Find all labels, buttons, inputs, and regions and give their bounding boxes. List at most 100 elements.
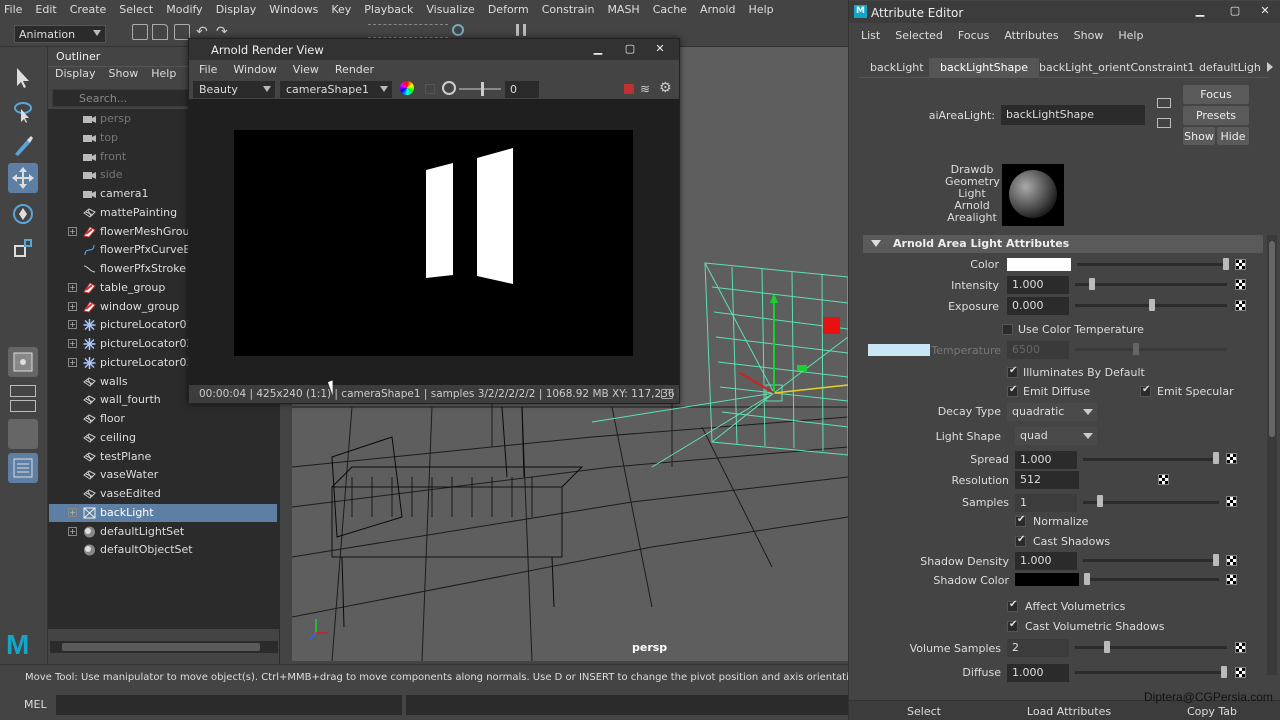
outliner-item[interactable]: defaultObjectSet: [49, 541, 277, 559]
spread-slider-handle[interactable]: [1213, 452, 1219, 464]
outliner-horizontal-scrollbar[interactable]: [50, 641, 278, 653]
shadow-color-slider[interactable]: [1085, 578, 1219, 581]
diffuse-slider[interactable]: [1075, 671, 1227, 674]
maximize-icon[interactable]: ▢: [619, 42, 641, 56]
outliner-item[interactable]: vaseWater: [49, 466, 277, 484]
color-channel-icon[interactable]: [400, 81, 414, 95]
snap-icons[interactable]: [368, 24, 448, 38]
mel-label[interactable]: MEL: [24, 698, 47, 711]
outliner-item[interactable]: + backLight: [49, 503, 277, 522]
close-icon[interactable]: ✕: [1254, 4, 1276, 18]
tab-orientconstraint[interactable]: backLight_orientConstraint1: [1028, 58, 1205, 78]
menu-windows[interactable]: Windows: [269, 3, 318, 16]
persp-outliner-layout-icon[interactable]: [8, 419, 38, 449]
emit-diffuse-checkbox[interactable]: [1007, 384, 1018, 397]
select-tool-icon[interactable]: [8, 63, 38, 93]
menu-deform[interactable]: Deform: [488, 3, 529, 16]
select-button[interactable]: Select: [859, 701, 989, 720]
expand-icon[interactable]: +: [68, 282, 77, 292]
spread-slider[interactable]: [1083, 458, 1219, 461]
menu-playback[interactable]: Playback: [364, 3, 413, 16]
gear-icon[interactable]: ⚙: [659, 81, 674, 96]
minimize-icon[interactable]: ▁: [587, 42, 609, 56]
outliner-item[interactable]: floor: [49, 410, 277, 428]
scrollbar-thumb[interactable]: [62, 643, 260, 651]
menu-modify[interactable]: Modify: [166, 3, 202, 16]
shadow-density-field[interactable]: 1.000: [1015, 552, 1077, 570]
map-button-samples[interactable]: [1226, 496, 1237, 507]
map-button-color[interactable]: [1235, 259, 1246, 270]
single-layout-icon[interactable]: [8, 347, 38, 377]
four-view-layout-icon[interactable]: [10, 385, 36, 397]
ipr-icon[interactable]: ≋: [640, 82, 654, 96]
rv-menu-window[interactable]: Window: [233, 63, 276, 76]
expand-icon[interactable]: +: [68, 507, 77, 517]
menu-key[interactable]: Key: [331, 3, 351, 16]
expand-icon[interactable]: +: [68, 526, 77, 536]
scale-tool-icon[interactable]: [8, 233, 38, 263]
illuminates-checkbox[interactable]: [1007, 365, 1018, 378]
menu-create[interactable]: Create: [70, 3, 107, 16]
shadow-density-slider-handle[interactable]: [1213, 554, 1219, 566]
color-slider-handle[interactable]: [1223, 258, 1229, 270]
map-button-shadow-density[interactable]: [1226, 555, 1237, 566]
samples-slider[interactable]: [1083, 501, 1219, 504]
samples-slider-handle[interactable]: [1097, 495, 1103, 507]
aov-dropdown[interactable]: Beauty: [193, 81, 275, 98]
menu-cache[interactable]: Cache: [653, 3, 687, 16]
ae-menu-help[interactable]: Help: [1118, 29, 1143, 42]
shadow-density-slider[interactable]: [1083, 559, 1219, 562]
menu-constrain[interactable]: Constrain: [542, 3, 595, 16]
ae-vertical-scrollbar[interactable]: [1267, 235, 1277, 675]
tab-defaultlightset[interactable]: defaultLigh: [1188, 58, 1266, 78]
diffuse-field[interactable]: 1.000: [1007, 664, 1069, 682]
normalize-checkbox[interactable]: [1015, 514, 1026, 527]
menu-file[interactable]: File: [4, 3, 22, 16]
outliner-item[interactable]: ceiling: [49, 429, 277, 447]
cast-volumetric-shadows-checkbox[interactable]: [1007, 619, 1018, 632]
ae-menu-show[interactable]: Show: [1074, 29, 1104, 42]
light-swatch[interactable]: [1002, 164, 1064, 226]
map-button-exposure[interactable]: [1235, 300, 1246, 311]
intensity-slider[interactable]: [1075, 283, 1227, 286]
rv-menu-render[interactable]: Render: [335, 63, 374, 76]
affect-volumetrics-checkbox[interactable]: [1007, 599, 1018, 612]
show-button[interactable]: Show: [1183, 127, 1215, 145]
move-tool-icon[interactable]: [8, 163, 38, 193]
exposure-slider[interactable]: [459, 88, 501, 90]
ae-menu-focus[interactable]: Focus: [958, 29, 989, 42]
camera-dropdown[interactable]: cameraShape1: [280, 81, 392, 98]
hide-button[interactable]: Hide: [1217, 127, 1249, 145]
go-input-icon[interactable]: [1157, 98, 1171, 108]
map-button-intensity[interactable]: [1235, 279, 1246, 290]
two-view-layout-icon[interactable]: [10, 400, 36, 412]
mel-command-input[interactable]: [56, 695, 402, 715]
tab-backlightshape[interactable]: backLightShape: [929, 58, 1040, 78]
diffuse-slider-handle[interactable]: [1221, 666, 1227, 678]
go-output-icon[interactable]: [1157, 118, 1171, 128]
render-icon[interactable]: [452, 24, 464, 36]
refresh-icon[interactable]: [442, 81, 456, 95]
display-icon[interactable]: [425, 84, 435, 94]
outliner-menu-help[interactable]: Help: [151, 67, 176, 85]
minimize-icon[interactable]: ▁: [1189, 4, 1211, 18]
volume-samples-slider-handle[interactable]: [1104, 641, 1110, 653]
close-icon[interactable]: ✕: [649, 42, 671, 56]
ae-menu-attributes[interactable]: Attributes: [1004, 29, 1058, 42]
menu-set-dropdown[interactable]: Animation: [14, 25, 106, 43]
load-attributes-button[interactable]: Load Attributes: [999, 701, 1139, 720]
open-scene-icon[interactable]: [152, 24, 168, 40]
render-canvas[interactable]: [189, 99, 679, 385]
rotate-tool-icon[interactable]: [8, 199, 38, 229]
ae-menu-selected[interactable]: Selected: [895, 29, 943, 42]
cast-shadows-checkbox[interactable]: [1015, 534, 1026, 547]
tab-backlight[interactable]: backLight: [859, 58, 935, 78]
node-name-field[interactable]: backLightShape: [1001, 105, 1145, 125]
section-header-area-light[interactable]: Arnold Area Light Attributes: [863, 235, 1263, 253]
stop-render-icon[interactable]: [624, 84, 634, 94]
lasso-tool-icon[interactable]: [8, 97, 38, 127]
presets-button[interactable]: Presets: [1183, 106, 1249, 125]
color-slider[interactable]: [1077, 263, 1227, 266]
scrollbar-thumb[interactable]: [1269, 241, 1275, 437]
menu-edit[interactable]: Edit: [35, 3, 56, 16]
